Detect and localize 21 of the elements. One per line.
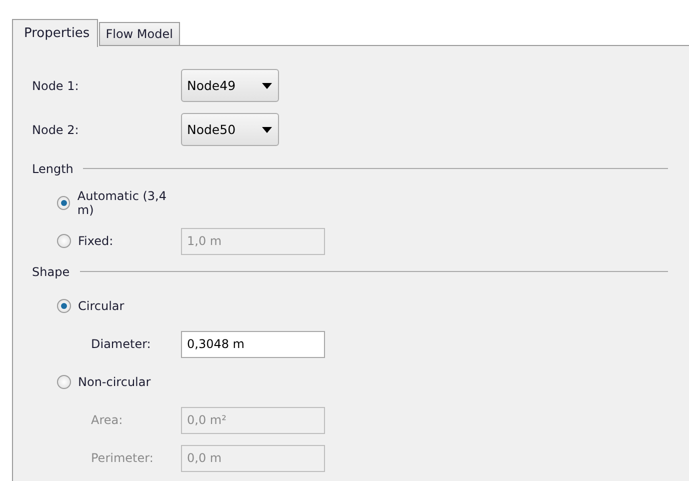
section-title: Length: [32, 162, 74, 176]
field-label: Perimeter:: [91, 451, 154, 465]
radio-label: Automatic (3,4 m): [77, 189, 168, 217]
radio-button[interactable]: [57, 299, 71, 313]
field-label: Node 2:: [32, 122, 80, 136]
caret-icon: [262, 82, 272, 88]
field-label: Area:: [91, 413, 124, 427]
tab[interactable]: Properties: [12, 19, 98, 47]
tab[interactable]: Flow Model: [98, 22, 180, 46]
input-field[interactable]: 0,3048 m: [181, 330, 325, 358]
radio-label: Circular: [78, 299, 124, 313]
field-label: Diameter:: [91, 337, 152, 351]
node-dropdown[interactable]: Node49: [181, 69, 279, 102]
radio-label: Fixed:: [78, 234, 114, 248]
radio-button[interactable]: [57, 375, 71, 389]
section-title: Shape: [32, 264, 70, 278]
field-label: Node 1:: [32, 78, 80, 92]
radio-button[interactable]: [57, 196, 70, 210]
caret-icon: [262, 126, 272, 132]
radio-label: Non-circular: [78, 375, 151, 389]
node-dropdown[interactable]: Node50: [181, 113, 279, 146]
